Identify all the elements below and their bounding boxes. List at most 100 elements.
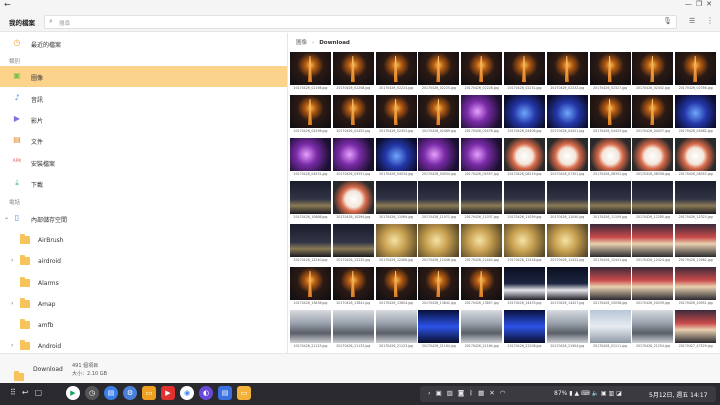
thumbnail-item[interactable]: 20170426_21208.jpg — [504, 310, 545, 351]
thumbnail-item[interactable]: 20170426_02356.jpg — [675, 52, 717, 93]
thumbnail-item[interactable]: 20170426_04557.jpg — [461, 138, 503, 179]
sidebar-item-recent[interactable]: ◷ 最近的檔案 — [0, 33, 287, 54]
breadcrumb-current[interactable]: Download — [319, 40, 350, 46]
sidebar-item-documents[interactable]: ▤ 文件 — [0, 130, 287, 151]
recents-icon[interactable]: ▢ — [35, 388, 49, 397]
thumbnail-item[interactable]: 20170426_20038.jpg — [589, 267, 631, 308]
thumbnail-item[interactable]: 20170426_08353.jpg — [675, 138, 717, 179]
thumbnail-item[interactable]: 20170426_02452.jpg — [332, 95, 374, 136]
thumbnail-item[interactable]: 20170426_21904.jpg — [546, 310, 588, 351]
thumbnail-item[interactable]: 20170426_02327.jpg — [589, 52, 631, 93]
thumbnail-item[interactable]: 20170426_12418.jpg — [504, 224, 545, 265]
clock[interactable]: 5月12日, 週五 14:17 — [649, 390, 707, 399]
thumbnail-item[interactable]: 20170427_47529.jpg — [675, 310, 717, 351]
thumbnail-item[interactable]: 20170426_02224.jpg — [375, 52, 417, 93]
thumbnail-item[interactable]: 20170426_04534.jpg — [375, 138, 417, 179]
thumbnail-item[interactable]: 20170426_04551.jpg — [332, 138, 374, 179]
thumbnail-item[interactable]: 20170426_13841.jpg — [332, 267, 374, 308]
screenshot-icon[interactable]: ▣ — [436, 389, 447, 397]
thumbnail-item[interactable]: 20170426_12240.jpg — [290, 224, 331, 265]
thumbnail-item[interactable]: 20170426_08352.jpg — [589, 138, 631, 179]
thumbnail-item[interactable]: 20170426_04554.jpg — [418, 138, 460, 179]
thumbnail-item[interactable]: 20170426_04482.jpg — [675, 95, 717, 136]
thumbnail-item[interactable]: 20170426_12424.jpg — [632, 224, 674, 265]
thumbnail-item[interactable]: 20170426_12462.jpg — [675, 224, 717, 265]
search-input[interactable]: 搜尋 — [59, 19, 70, 27]
thumbnail-item[interactable]: 20170426_04531.jpg — [290, 138, 331, 179]
browser-icon[interactable]: ◐ — [199, 386, 213, 400]
thumbnail-item[interactable]: 20170426_02225.jpg — [418, 52, 460, 93]
thumbnail-item[interactable]: 20170426_12444.jpg — [461, 224, 503, 265]
camera-icon[interactable]: ◙ — [458, 389, 469, 397]
thumbnail-item[interactable]: 20170426_10888.jpg — [290, 181, 331, 222]
thumbnail-item[interactable]: 20170426_07301.jpg — [546, 138, 588, 179]
mute-icon[interactable]: ✕ — [489, 389, 499, 397]
settings-app-icon[interactable]: ⚙ — [123, 386, 137, 400]
chevron-right-icon[interactable]: › — [11, 300, 13, 307]
thumbnail-item[interactable]: 20170426_02198.jpg — [290, 52, 331, 93]
thumbnail-item[interactable]: 20170426_12422.jpg — [546, 224, 588, 265]
thumbnail-item[interactable]: 20170426_21133.jpg — [332, 310, 374, 351]
chrome-icon[interactable]: ◉ — [180, 386, 194, 400]
folder-item[interactable]: AirBrush — [0, 230, 287, 251]
thumbnail-item[interactable]: 20170426_02453.jpg — [375, 95, 417, 136]
breadcrumb-root[interactable]: 圖像 — [296, 40, 307, 46]
thumbnail-item[interactable]: 20170426_12448.jpg — [418, 224, 460, 265]
app-drawer-icon[interactable]: ⠿ — [10, 388, 22, 397]
minimize-icon[interactable]: — — [685, 0, 696, 8]
thumbnail-item[interactable]: 20170426_04433.jpg — [589, 95, 631, 136]
thumbnail-item[interactable]: 20170426_11059.jpg — [504, 181, 545, 222]
thumbnail-item[interactable]: 20170426_13854.jpg — [375, 267, 417, 308]
bluetooth-icon[interactable]: ᛒ — [469, 389, 478, 397]
restore-icon[interactable]: ❐ — [696, 0, 706, 8]
thumbnail-item[interactable]: 20170426_02478.jpg — [461, 95, 503, 136]
thumbnail-item[interactable]: 20170426_20951.jpg — [675, 267, 717, 308]
thumbnail-item[interactable]: 20170426_12406.jpg — [375, 224, 417, 265]
thumbnail-item[interactable]: 20170426_02228.jpg — [461, 52, 503, 93]
microphone-icon[interactable]: 🎙 — [663, 17, 672, 25]
thumbnail-item[interactable]: 20170426_20039.jpg — [632, 267, 674, 308]
thumbnail-item[interactable]: 20170426_21164.jpg — [461, 310, 503, 351]
folder-item[interactable]: › Android — [0, 336, 287, 353]
thumbnail-item[interactable]: 20170426_02436.jpg — [290, 95, 331, 136]
list-view-icon[interactable]: ☰ — [689, 17, 695, 25]
thumbnail-item[interactable]: 20170426_13857.jpg — [461, 267, 503, 308]
thumbnail-item[interactable]: 20170426_11071.jpg — [418, 181, 460, 222]
folder-item[interactable]: amfb — [0, 315, 287, 336]
sidebar-item-video[interactable]: ▶ 影片 — [0, 109, 287, 130]
thumbnail-item[interactable]: 20170426_21254.jpg — [632, 310, 674, 351]
youtube-icon[interactable]: ▶ — [161, 386, 175, 400]
back-gesture-icon[interactable]: ↩ — [22, 388, 35, 397]
thumbnail-item[interactable]: 20170426_12232.jpg — [332, 224, 374, 265]
thumbnail-item[interactable]: 20170426_12441.jpg — [589, 224, 631, 265]
search-bar[interactable]: ⌕ 搜尋 🎙 — [44, 15, 677, 29]
sidebar-item-downloads[interactable]: ⤓ 下載 — [0, 173, 287, 194]
thumbnail-item[interactable]: 20170426_14433.jpg — [504, 267, 545, 308]
chevron-right-icon[interactable]: › — [11, 342, 13, 349]
thumbnail-item[interactable]: 20170426_11037.jpg — [461, 181, 503, 222]
more-options-icon[interactable]: ⋮ — [706, 16, 714, 25]
clock-app-icon[interactable]: ◷ — [85, 386, 99, 400]
thumbnail-item[interactable]: 20170426_11040.jpg — [546, 181, 588, 222]
close-icon[interactable]: ✕ — [706, 0, 716, 8]
thumbnail-item[interactable]: 20170426_12323.jpg — [675, 181, 717, 222]
thumbnail-item[interactable]: 20170426_21164.jpg — [418, 310, 460, 351]
chevron-right-icon[interactable]: › — [11, 257, 13, 264]
thumbnail-item[interactable]: 20170426_02469.jpg — [418, 95, 460, 136]
sidebar-item-images[interactable]: ▣ 圖像 — [0, 66, 287, 87]
thumbnail-item[interactable]: 20170426_02208.jpg — [332, 52, 374, 93]
folder-app-icon[interactable]: ▭ — [142, 386, 156, 400]
thumbnail-item[interactable]: 20170426_04421.jpg — [546, 95, 588, 136]
sidebar-item-internal-storage[interactable]: ⌄ ▯ 內部儲存空間 — [0, 208, 287, 229]
folder-item[interactable]: Alarms — [0, 273, 287, 294]
play-store-icon[interactable]: ▶ — [66, 386, 80, 400]
thumbnail-item[interactable]: 20170426_08119.jpg — [504, 138, 545, 179]
folder-item[interactable]: › airdroid — [0, 251, 287, 272]
thumbnail-item[interactable]: 20170426_13842.jpg — [418, 267, 460, 308]
thumbnail-item[interactable]: 20170426_01111.jpg — [589, 310, 631, 351]
sidebar-item-audio[interactable]: ♪ 音訊 — [0, 88, 287, 109]
thumbnail-item[interactable]: 20170426_02231.jpg — [504, 52, 545, 93]
thumbnail-item[interactable]: 20170426_04406.jpg — [504, 95, 545, 136]
files-app-icon[interactable]: ▤ — [104, 386, 118, 400]
back-arrow-icon[interactable]: ← — [4, 0, 11, 9]
